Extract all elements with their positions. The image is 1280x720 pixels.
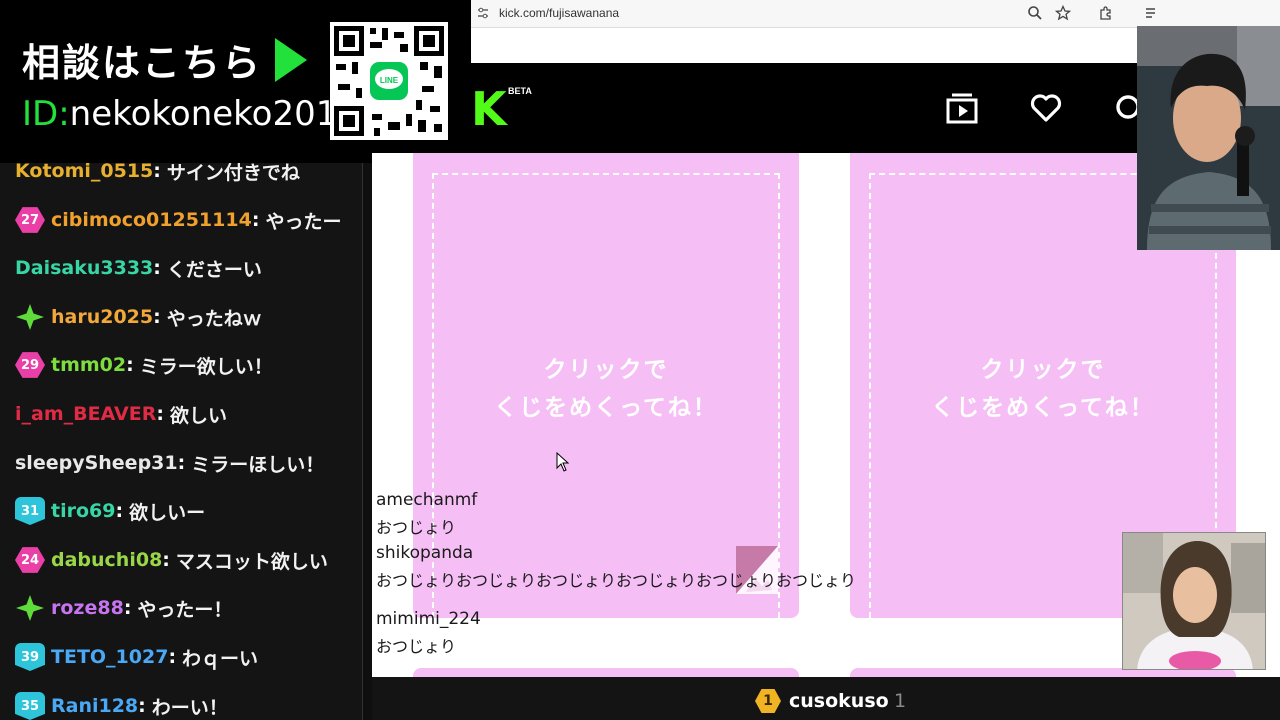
heart-icon[interactable] [1028, 90, 1064, 126]
line-id-prefix: ID: [22, 94, 70, 134]
chat-message: 27 cibimoco01251114: やったー [15, 205, 341, 235]
chat-text: ミラーほしい！ [191, 453, 325, 476]
kick-logo[interactable]: K [471, 86, 507, 132]
bottom-gift-bar: 1 cusokuso 1 [372, 677, 1280, 720]
overlay-chat-item: shikopanda おつじょりおつじょりおつじょりおつじょりおつじょりおつじょ… [376, 543, 856, 591]
lottery-card-text: クリックで くじをめくってね！ [413, 351, 799, 427]
overlay-chat-user: amechanmf [376, 490, 478, 510]
chat-separator: : [115, 500, 124, 522]
chat-username[interactable]: haru2025 [51, 306, 153, 328]
chat-message: roze88: やったー！ [15, 593, 232, 623]
chat-message: 29 tmm02: ミラー欲しい！ [15, 350, 273, 380]
chat-separator: : [153, 306, 161, 328]
subscriber-badge: 24 [15, 547, 45, 573]
subscriber-badge: 39 [15, 643, 45, 671]
line-id-value: nekokoneko2018 [69, 94, 359, 134]
consult-info-panel: 相談はこちら ID:nekokoneko2018 LINE [0, 0, 471, 163]
chat-separator: : [177, 452, 186, 474]
chat-username[interactable]: Daisaku3333 [15, 257, 153, 279]
browser-address-bar: kick.com/fujisawanana [471, 0, 1280, 28]
chat-separator: : [162, 549, 170, 571]
chat-username[interactable]: TETO_1027 [51, 646, 168, 668]
sparkle-badge-icon [15, 303, 45, 331]
mouse-cursor-icon [556, 452, 570, 472]
streamer-webcam [1137, 26, 1280, 250]
subscriber-badge: 31 [15, 497, 45, 525]
chat-username[interactable]: roze88 [51, 597, 124, 619]
chat-text: くださーい [166, 258, 262, 281]
subscriber-badge: 29 [15, 352, 45, 378]
chat-separator: : [123, 597, 132, 619]
chat-text: わｑーい [182, 647, 259, 670]
chat-text: 欲しい [169, 404, 227, 427]
chat-username[interactable]: Kotomi_0515 [15, 160, 153, 182]
chat-message: 24 dabuchi08: マスコット欲しい [15, 545, 328, 575]
chat-separator: : [251, 209, 260, 231]
chat-username[interactable]: sleepySheep31 [15, 452, 178, 474]
kick-beta-label: BETA [508, 86, 532, 96]
chat-text: 欲しいー [129, 501, 206, 524]
chat-text: わーい！ [151, 696, 228, 719]
chat-username[interactable]: Rani128 [51, 695, 138, 717]
chat-username[interactable]: tmm02 [51, 354, 126, 376]
streamer-webcam-image [1137, 26, 1280, 250]
lottery-card-line2: くじをめくってね！ [931, 395, 1155, 421]
chat-message: 35 Rani128: わーい！ [15, 691, 228, 720]
line-id: ID:nekokoneko2018 [22, 94, 359, 134]
overlay-chat-text: おつじょりおつじょりおつじょりおつじょりおつじょりおつじょり [376, 571, 857, 590]
chat-message: 31 tiro69: 欲しいー [15, 496, 205, 526]
overlay-chat-user: shikopanda [376, 543, 474, 563]
chat-username[interactable]: dabuchi08 [51, 549, 162, 571]
lottery-card-line2: くじをめくってね！ [494, 395, 718, 421]
chat-username[interactable]: i_am_BEAVER [15, 403, 156, 425]
chat-username[interactable]: tiro69 [51, 500, 115, 522]
chat-text: やったねｗ [166, 307, 262, 330]
chat-message: i_am_BEAVER: 欲しい [15, 399, 227, 429]
consult-title: 相談はこちら [22, 41, 263, 85]
overlay-chat-item: mimimi_224 おつじょり [376, 609, 481, 657]
chat-separator: : [126, 354, 134, 376]
chat-separator: : [153, 257, 161, 279]
overlay-chat-text: おつじょり [376, 518, 457, 537]
overlay-chat-text: おつじょり [376, 637, 457, 656]
chat-message: Daisaku3333: くださーい [15, 253, 262, 283]
gift-count: 1 [894, 690, 907, 712]
play-arrow-icon [275, 38, 307, 82]
following-icon[interactable] [944, 90, 980, 126]
gift-rank-badge: 1 [755, 689, 781, 713]
chat-separator: : [138, 695, 146, 717]
chat-message: haru2025: やったねｗ [15, 302, 262, 332]
line-qr-code: LINE [330, 22, 448, 140]
site-settings-icon[interactable] [477, 7, 489, 19]
chat-text: マスコット欲しい [175, 550, 328, 573]
sparkle-badge-icon [15, 594, 45, 622]
chat-text: やったー！ [137, 598, 233, 621]
lottery-card-line1: クリックで [543, 357, 669, 383]
gift-user-name: cusokuso [789, 690, 889, 712]
url-text[interactable]: kick.com/fujisawanana [499, 6, 619, 20]
qr-code-icon: LINE [330, 22, 448, 140]
chat-text: やったー [265, 210, 342, 233]
extensions-icon[interactable] [1098, 5, 1114, 21]
overlay-chat-item: amechanmf おつじょり [376, 490, 477, 538]
chat-separator: : [168, 646, 177, 668]
guest-webcam [1122, 532, 1266, 670]
svg-text:LINE: LINE [380, 76, 399, 85]
guest-webcam-image [1123, 533, 1265, 669]
lottery-card-line1: クリックで [980, 357, 1106, 383]
overlay-chat-user: mimimi_224 [376, 609, 481, 629]
bookmark-star-icon[interactable] [1055, 5, 1071, 21]
chat-text: ミラー欲しい！ [139, 355, 273, 378]
subscriber-badge: 27 [15, 207, 45, 233]
zoom-icon[interactable] [1027, 5, 1043, 21]
lottery-card-text: クリックで くじをめくってね！ [850, 351, 1236, 427]
chat-separator: : [156, 403, 164, 425]
chat-message: sleepySheep31: ミラーほしい！ [15, 448, 324, 478]
chat-message: 39 TETO_1027: わｑーい [15, 642, 258, 672]
lottery-card-next[interactable] [413, 668, 799, 677]
subscriber-badge: 35 [15, 692, 45, 720]
media-control-icon[interactable] [1144, 5, 1160, 21]
chat-separator: : [153, 160, 161, 182]
chat-username[interactable]: cibimoco01251114 [51, 209, 252, 231]
